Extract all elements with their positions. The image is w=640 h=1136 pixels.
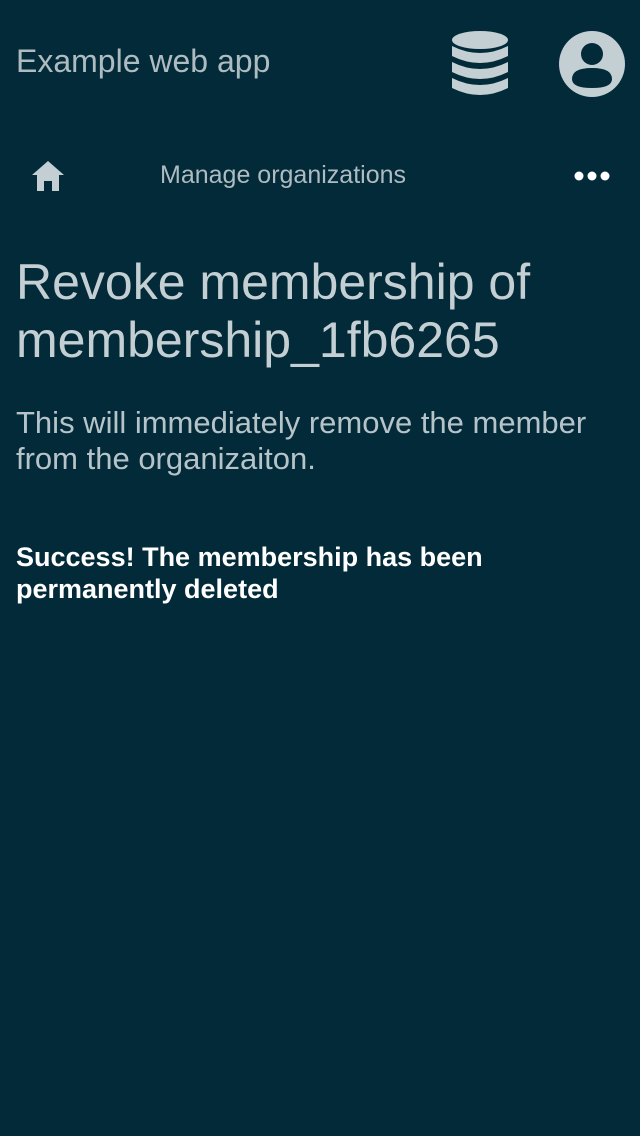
database-button[interactable] — [448, 30, 512, 98]
database-icon — [452, 31, 508, 95]
more-horizontal-icon — [574, 171, 610, 181]
app-title[interactable]: Example web app — [16, 43, 270, 79]
page-description: This will immediately remove the member … — [16, 405, 587, 476]
account-button[interactable] — [558, 30, 626, 98]
main-content: Revoke membership of membership_1fb6265 … — [16, 253, 616, 605]
home-icon — [32, 161, 64, 191]
success-message: Success! The membership has been permane… — [16, 542, 483, 604]
nav-bar: Manage organizations — [0, 144, 640, 208]
more-button[interactable] — [570, 158, 614, 194]
nav-title: Manage organizations — [160, 161, 406, 189]
app-header: Example web app — [0, 0, 640, 124]
home-button[interactable] — [28, 156, 68, 196]
page-title: Revoke membership of membership_1fb6265 — [16, 254, 531, 368]
account-circle-icon — [559, 31, 625, 97]
